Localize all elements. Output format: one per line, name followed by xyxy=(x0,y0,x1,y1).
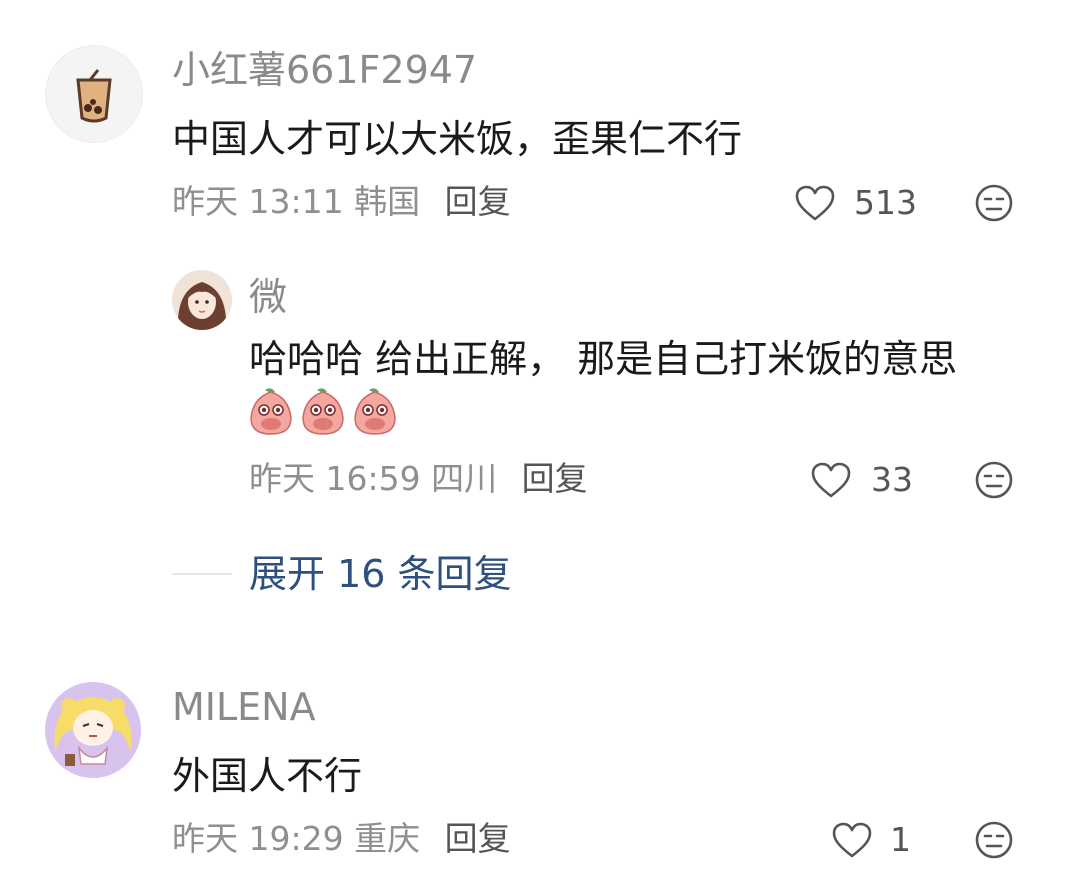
comment-text: 外国人不行 xyxy=(172,754,363,798)
avatar[interactable] xyxy=(172,270,232,330)
username[interactable]: 微 xyxy=(249,278,287,316)
avatar[interactable] xyxy=(45,682,141,778)
timestamp: 昨天 19:29 xyxy=(172,819,344,858)
girl-portrait-icon xyxy=(177,282,227,330)
timestamp: 昨天 16:59 xyxy=(249,459,421,498)
reply-button[interactable]: 回复 xyxy=(445,182,511,221)
location: 韩国 xyxy=(354,182,421,221)
comment-text: 哈哈哈 给出正解， 那是自己打米饭的意思 xyxy=(249,337,958,381)
unamused-face-icon[interactable] xyxy=(974,183,1014,223)
comment-meta: 昨天 16:59 四川 回复 xyxy=(249,462,588,495)
comment-text: 中国人才可以大米饭，歪果仁不行 xyxy=(172,117,743,161)
comment-meta: 昨天 19:29 重庆 回复 xyxy=(172,822,511,855)
avatar[interactable] xyxy=(45,45,143,143)
divider xyxy=(172,573,232,575)
heart-icon[interactable] xyxy=(810,461,852,499)
like-count: 33 xyxy=(871,460,913,499)
comment-meta: 昨天 13:11 韩国 回复 xyxy=(172,185,511,218)
reply-button[interactable]: 回复 xyxy=(522,459,588,498)
reply-button[interactable]: 回复 xyxy=(445,819,511,858)
peach-emoji xyxy=(250,387,396,435)
like-count: 1 xyxy=(890,820,911,859)
username[interactable]: MILENA xyxy=(172,688,316,726)
expand-replies-button[interactable]: 展开 16 条回复 xyxy=(249,555,512,593)
timestamp: 昨天 13:11 xyxy=(172,182,344,221)
bubble-tea-icon xyxy=(76,69,112,123)
username[interactable]: 小红薯661F2947 xyxy=(172,51,477,89)
heart-icon[interactable] xyxy=(794,184,836,222)
heart-icon[interactable] xyxy=(831,821,873,859)
unamused-face-icon[interactable] xyxy=(974,820,1014,860)
anime-girl-icon xyxy=(54,697,132,766)
emoji-row xyxy=(249,386,399,438)
location: 四川 xyxy=(431,459,498,498)
location: 重庆 xyxy=(354,819,421,858)
like-count: 513 xyxy=(854,183,917,222)
unamused-face-icon[interactable] xyxy=(974,460,1014,500)
